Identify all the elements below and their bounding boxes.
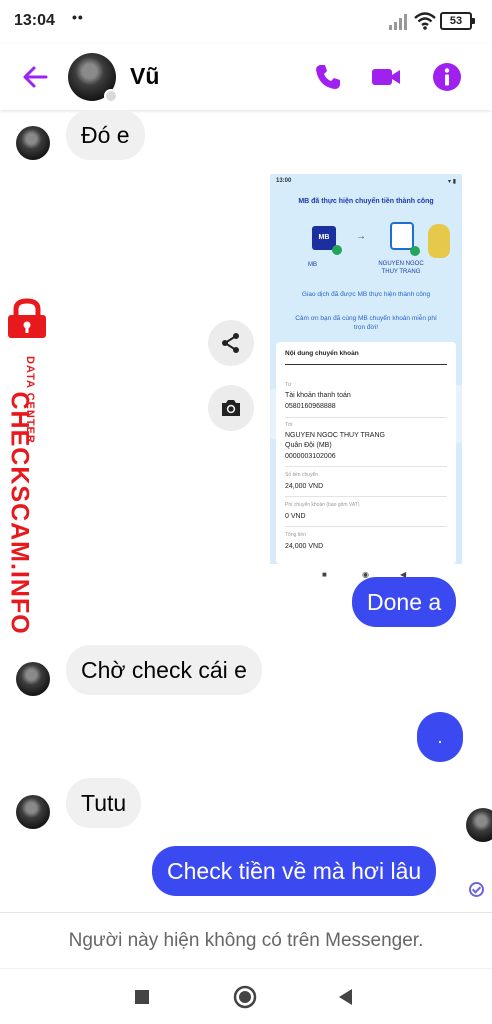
- screenshot-status-time: 13:00: [276, 178, 292, 184]
- message-bubble-outgoing[interactable]: Check tiền về mà hơi lâu: [152, 846, 437, 896]
- seen-receipt-avatar: [466, 808, 492, 842]
- screenshot-status-icons: ▾ ▮: [448, 179, 456, 185]
- transfer-arrow-icon: →: [356, 231, 366, 242]
- message-bubble-incoming[interactable]: Tutu: [66, 778, 142, 828]
- fee-label: Phí chuyển khoản (bao gồm VAT): [285, 502, 360, 508]
- recipient-icon: [390, 222, 414, 250]
- to-label: Tới: [285, 422, 293, 428]
- sender-avatar: [16, 795, 50, 829]
- home-circle-icon[interactable]: [231, 983, 259, 1011]
- transfer-screenshot-image[interactable]: 13:00 ▾ ▮ MB đã thực hiện chuyển tiền th…: [270, 174, 462, 586]
- check-icon: [332, 245, 342, 255]
- recipient-label: NGUYEN NGOC THUY TRANG: [378, 261, 424, 275]
- total-label: Tổng tiền: [285, 532, 306, 538]
- phone-icon[interactable]: [312, 61, 344, 93]
- divider: [285, 417, 447, 418]
- card-title: Nội dung chuyển khoản: [285, 350, 359, 357]
- bank-label: MB: [308, 262, 317, 268]
- info-icon[interactable]: [431, 61, 463, 93]
- message-list[interactable]: Đó e 13:00 ▾ ▮ MB đã thực hiện chuyển ti…: [0, 110, 492, 912]
- watermark: DATA CENTER CHECKSCAM.INFO: [2, 298, 54, 635]
- divider: [285, 526, 447, 527]
- sender-avatar: [16, 126, 50, 160]
- success-line: Giao dịch đã được MB thực hiện thành côn…: [301, 291, 431, 298]
- wifi-icon: [414, 12, 436, 30]
- to-name: NGUYEN NGOC THUY TRANG: [285, 432, 385, 439]
- watermark-title: CHECKSCAM.INFO: [5, 391, 34, 635]
- screenshot-title: MB đã thực hiện chuyển tiền thành công: [298, 198, 434, 205]
- check-icon: [410, 246, 420, 256]
- back-triangle-icon[interactable]: [332, 983, 360, 1011]
- amount-label: Số tiền chuyển: [285, 472, 319, 478]
- sender-avatar: [16, 662, 50, 696]
- signal-icon: [389, 14, 407, 30]
- status-time: 13:04: [14, 12, 55, 29]
- message-bubble-outgoing[interactable]: .: [417, 712, 463, 762]
- back-arrow-icon[interactable]: [20, 62, 50, 92]
- message-bubble-incoming[interactable]: Đó e: [66, 110, 145, 160]
- delivered-check-icon: [469, 882, 484, 897]
- from-account-number: 0580160968888: [285, 403, 336, 410]
- notification-dots: ••: [72, 9, 84, 25]
- share-icon: [222, 333, 239, 353]
- unavailable-notice: Người này hiện không có trên Messenger.: [0, 912, 492, 968]
- fee-value: 0 VND: [285, 513, 306, 520]
- mascot-illustration: [428, 224, 450, 258]
- divider: [285, 466, 447, 467]
- share-button[interactable]: [208, 320, 254, 366]
- divider: [285, 364, 447, 365]
- message-bubble-outgoing[interactable]: Done a: [352, 577, 457, 627]
- contact-name[interactable]: Vũ: [130, 63, 159, 90]
- thanks-line: Cảm ơn bạn đã cùng MB chuyển khoản miễn …: [295, 315, 437, 331]
- lock-icon: [8, 298, 46, 338]
- status-bar: 13:04 •• 53: [0, 0, 492, 44]
- system-nav-bar: [0, 968, 492, 1024]
- total-value: 24,000 VND: [285, 543, 324, 550]
- video-camera-icon[interactable]: [370, 61, 402, 93]
- amount-value: 24,000 VND: [285, 483, 324, 490]
- screenshot-nav-recents: ■: [322, 570, 327, 579]
- to-account-number: 0000003102006: [285, 453, 336, 460]
- save-image-button[interactable]: [208, 385, 254, 431]
- from-account-type: Tài khoản thanh toán: [285, 392, 351, 399]
- presence-dot: [104, 89, 118, 103]
- divider: [285, 496, 447, 497]
- message-bubble-incoming[interactable]: Chờ check cái e: [66, 645, 262, 695]
- from-label: Từ: [285, 382, 292, 388]
- camera-icon: [222, 400, 240, 416]
- transfer-details-card: Nội dung chuyển khoản Từ Tài khoản thanh…: [276, 342, 456, 564]
- battery-indicator: 53: [440, 12, 475, 30]
- conversation-header: Vũ: [0, 44, 492, 110]
- recents-square-icon[interactable]: [128, 983, 156, 1011]
- to-bank: Quân Đội (MB): [285, 442, 332, 449]
